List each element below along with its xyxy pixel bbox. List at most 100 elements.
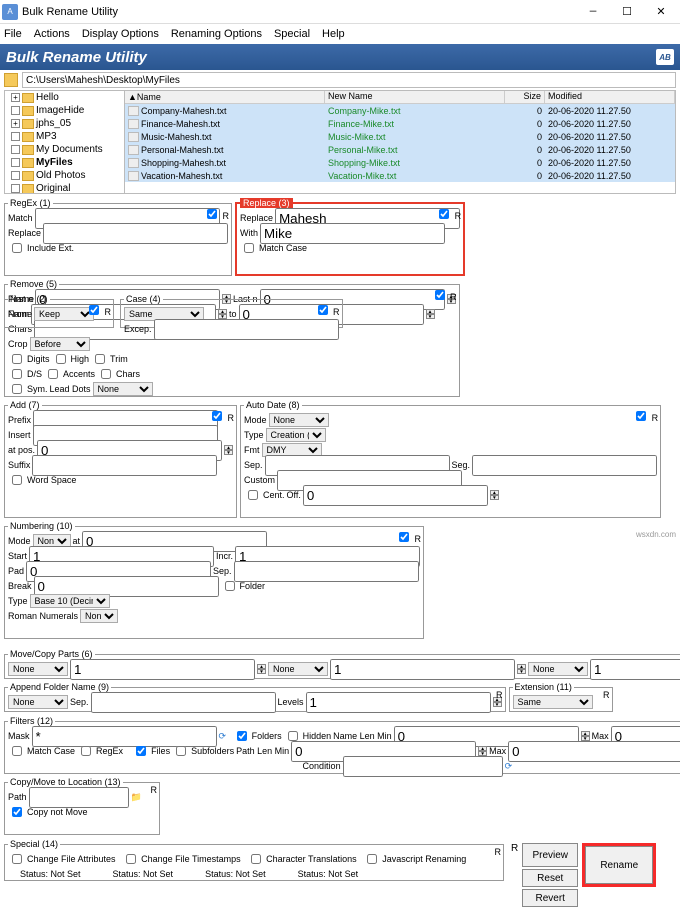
- case-excep[interactable]: [154, 319, 339, 340]
- replace-with-input[interactable]: [260, 223, 445, 244]
- close-button[interactable]: ✕: [644, 2, 678, 22]
- tree-node[interactable]: Original: [5, 182, 124, 193]
- case-enable[interactable]: [318, 305, 328, 315]
- panel-special: Special (14) R Change File Attributes Ch…: [4, 839, 504, 881]
- reset-button[interactable]: Reset: [522, 869, 578, 887]
- file-row[interactable]: Vacation-Mahesh.txtVacation-Mike.txt020-…: [125, 169, 675, 182]
- file-row[interactable]: Shopping-Mahesh.txtShopping-Mike.txt020-…: [125, 156, 675, 169]
- autodate-enable[interactable]: [636, 411, 646, 421]
- action-buttons: R Preview Reset Revert Rename: [507, 839, 660, 911]
- ext-select[interactable]: Same: [513, 695, 593, 709]
- name-enable[interactable]: [89, 305, 99, 315]
- numbering-enable[interactable]: [399, 532, 409, 542]
- legend-case: Case (4): [124, 294, 163, 304]
- panel-replace: Replace (3) R Replace With Match Case: [235, 198, 465, 276]
- col-new[interactable]: New Name: [328, 91, 373, 101]
- menu-bar: File Actions Display Options Renaming Op…: [0, 24, 680, 44]
- legend-regex: RegEx (1): [8, 198, 53, 208]
- add-suffix[interactable]: [32, 455, 217, 476]
- tree-node[interactable]: +Hello: [5, 91, 124, 104]
- legend-special: Special (14): [8, 839, 60, 849]
- tree-node[interactable]: Old Photos: [5, 169, 124, 182]
- tree-node[interactable]: MP3: [5, 130, 124, 143]
- remove-leaddots[interactable]: None: [93, 382, 153, 396]
- filters-condition[interactable]: [343, 756, 503, 777]
- tree-node[interactable]: +jphs_05: [5, 117, 124, 130]
- tree-node[interactable]: My Documents: [5, 143, 124, 156]
- panel-ext: Extension (11) R Same: [509, 682, 613, 712]
- preview-button[interactable]: Preview: [522, 843, 578, 867]
- folder-browse-icon[interactable]: 📁: [131, 792, 142, 803]
- numbering-roman[interactable]: None: [80, 609, 118, 623]
- col-name[interactable]: Name: [137, 92, 161, 102]
- autodate-seg[interactable]: [472, 455, 657, 476]
- copymove-copynotmove[interactable]: [12, 807, 22, 817]
- panel-regex: RegEx (1) R Match Replace Include Ext.: [4, 198, 232, 276]
- legend-autodate: Auto Date (8): [244, 400, 302, 410]
- revert-button[interactable]: Revert: [522, 889, 578, 907]
- legend-remove: Remove (5): [8, 279, 59, 289]
- append-sep[interactable]: [91, 692, 276, 713]
- regex-replace-input[interactable]: [43, 223, 228, 244]
- refresh-icon-2[interactable]: ⟳: [505, 761, 513, 772]
- minimize-button[interactable]: —: [576, 2, 610, 22]
- numbering-type[interactable]: Base 10 (Decimal): [30, 594, 110, 608]
- replace-enable[interactable]: [439, 209, 449, 219]
- regex-include-ext[interactable]: [12, 243, 22, 253]
- autodate-type[interactable]: Creation (Cur: [266, 428, 326, 442]
- regex-enable[interactable]: [207, 209, 217, 219]
- legend-ext: Extension (11): [513, 682, 574, 692]
- menu-help[interactable]: Help: [322, 28, 345, 40]
- file-row[interactable]: Company-Mahesh.txtCompany-Mike.txt020-06…: [125, 104, 675, 117]
- rename-button[interactable]: Rename: [585, 846, 653, 884]
- menu-file[interactable]: File: [4, 28, 22, 40]
- col-size[interactable]: Size: [523, 91, 541, 101]
- file-list[interactable]: ▲ Name New Name Size Modified Company-Ma…: [125, 91, 675, 193]
- movecopy-sel1[interactable]: None: [8, 662, 68, 676]
- menu-actions[interactable]: Actions: [34, 28, 70, 40]
- numbering-sep[interactable]: [234, 561, 419, 582]
- watermark: wsxdn.com: [636, 530, 676, 539]
- refresh-icon[interactable]: ⟳: [219, 731, 227, 742]
- menu-display[interactable]: Display Options: [82, 28, 159, 40]
- append-levels[interactable]: [306, 692, 491, 713]
- folder-tree[interactable]: +Hello ImageHide+jphs_05 MP3 My Document…: [5, 91, 125, 193]
- append-sel[interactable]: None: [8, 695, 68, 709]
- maximize-button[interactable]: ☐: [610, 2, 644, 22]
- legend-movecopy: Move/Copy Parts (6): [8, 649, 95, 659]
- panel-case: Case (4) R Same Excep.: [120, 294, 343, 328]
- add-wordspace[interactable]: [12, 475, 22, 485]
- replace-matchcase[interactable]: [244, 243, 254, 253]
- file-row[interactable]: Personal-Mahesh.txtPersonal-Mike.txt020-…: [125, 143, 675, 156]
- movecopy-sel3[interactable]: None: [528, 662, 588, 676]
- ab-icon[interactable]: AB: [656, 49, 674, 65]
- panel-append: Append Folder Name (9) R NoneSep.Levels▴…: [4, 682, 506, 712]
- add-enable[interactable]: [212, 411, 222, 421]
- autodate-off[interactable]: [303, 485, 488, 506]
- panel-movecopy: Move/Copy Parts (6) R None▴▾None▴▾None▴▾: [4, 649, 680, 679]
- tree-node[interactable]: ImageHide: [5, 104, 124, 117]
- copymove-path[interactable]: [29, 787, 129, 808]
- tree-node[interactable]: MyFiles: [5, 156, 124, 169]
- panel-autodate: Auto Date (8) R ModeNone TypeCreation (C…: [240, 400, 661, 518]
- autodate-mode[interactable]: None: [269, 413, 329, 427]
- col-mod[interactable]: Modified: [548, 91, 582, 101]
- app-header: Bulk Rename Utility AB: [0, 44, 680, 70]
- panel-name: Name (2) R NameKeep: [4, 294, 114, 328]
- file-row[interactable]: Music-Mahesh.txtMusic-Mike.txt020-06-202…: [125, 130, 675, 143]
- legend-name: Name (2): [8, 294, 50, 304]
- filters-mask[interactable]: [32, 726, 217, 747]
- remove-crop-select[interactable]: Before: [30, 337, 90, 351]
- menu-special[interactable]: Special: [274, 28, 310, 40]
- legend-filters: Filters (12): [8, 716, 55, 726]
- panel-numbering: Numbering (10) R ModeNoneat StartIncr. P…: [4, 521, 424, 639]
- titlebar: A Bulk Rename Utility — ☐ ✕: [0, 0, 680, 24]
- movecopy-sel2[interactable]: None: [268, 662, 328, 676]
- file-row[interactable]: Finance-Mahesh.txtFinance-Mike.txt020-06…: [125, 117, 675, 130]
- remove-enable[interactable]: [435, 290, 445, 300]
- panel-copymove: Copy/Move to Location (13) R Path📁 Copy …: [4, 777, 160, 835]
- path-input[interactable]: [22, 72, 676, 88]
- menu-renaming[interactable]: Renaming Options: [171, 28, 262, 40]
- legend-copymove: Copy/Move to Location (13): [8, 777, 123, 787]
- folder-up-icon[interactable]: [4, 73, 18, 87]
